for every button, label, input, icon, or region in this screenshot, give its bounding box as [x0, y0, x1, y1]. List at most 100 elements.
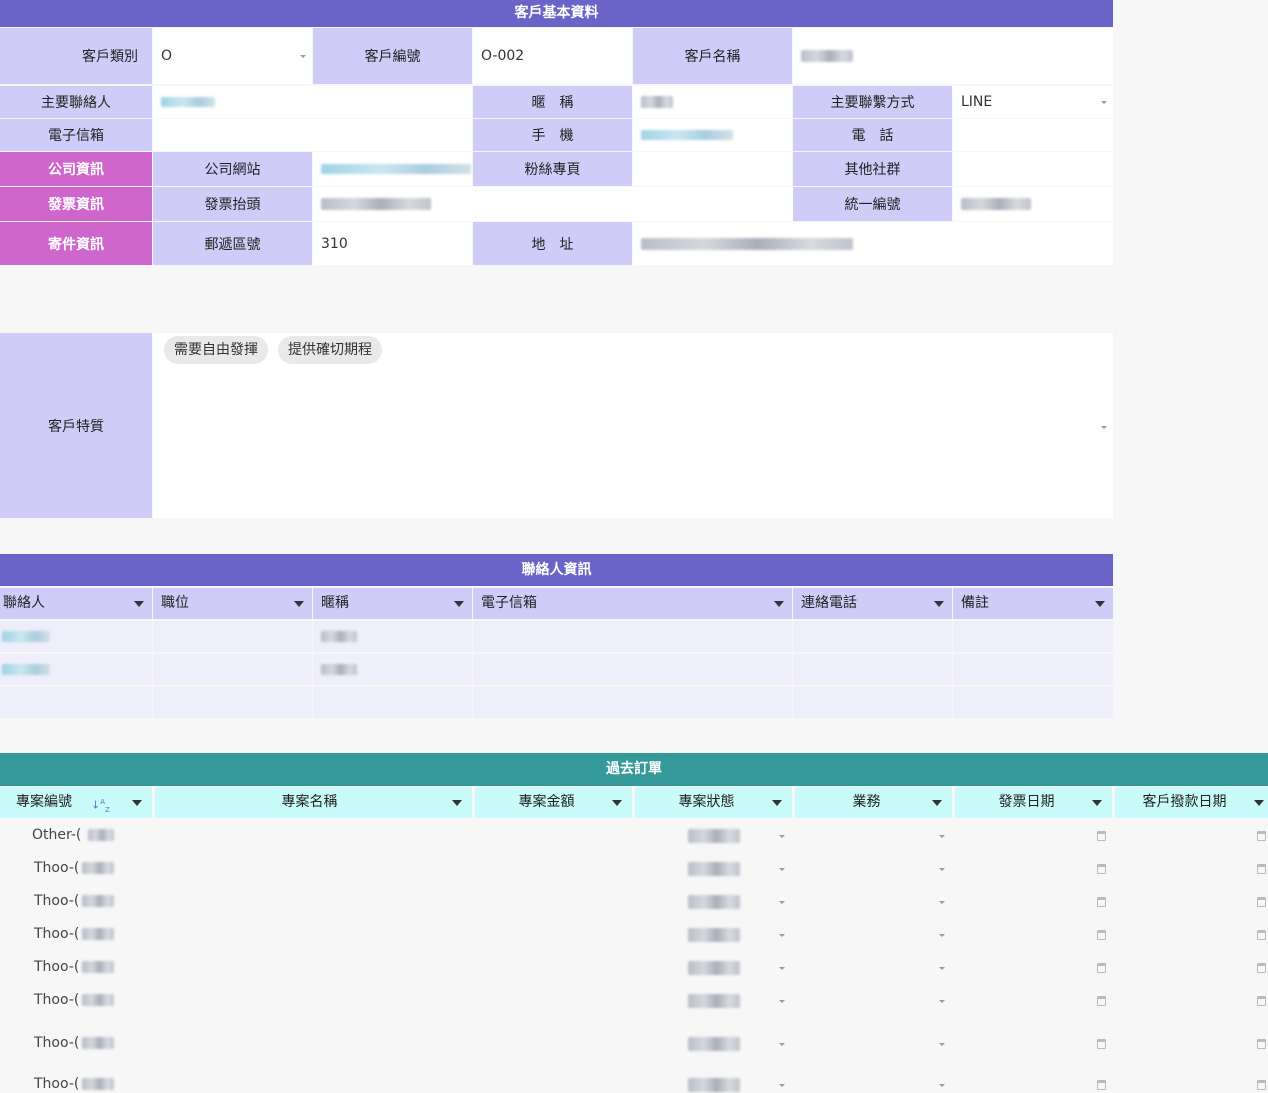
- chevron-down-icon[interactable]: [939, 868, 945, 871]
- calendar-icon[interactable]: [1097, 930, 1106, 940]
- section-invoice-info: 發票資訊: [0, 187, 152, 221]
- status-redacted-value[interactable]: [688, 928, 740, 942]
- sort-az-icon[interactable]: ↓AZ: [91, 787, 110, 825]
- main-contact-field[interactable]: [153, 86, 472, 118]
- contact-cell[interactable]: [153, 654, 312, 685]
- col-project-name[interactable]: 專案名稱: [155, 787, 472, 818]
- order-code[interactable]: Thoo-(: [34, 1035, 79, 1051]
- col-sales[interactable]: 業務: [795, 787, 952, 818]
- email-field[interactable]: [153, 119, 472, 151]
- chevron-down-icon[interactable]: [939, 835, 945, 838]
- calendar-icon[interactable]: [1257, 996, 1266, 1006]
- status-redacted-value[interactable]: [688, 994, 740, 1008]
- calendar-icon[interactable]: [1257, 963, 1266, 973]
- chevron-down-icon[interactable]: [779, 1043, 785, 1046]
- contact-cell[interactable]: [313, 654, 472, 685]
- col-email[interactable]: 電子信箱: [473, 588, 792, 619]
- address-field[interactable]: [633, 222, 1113, 265]
- order-code[interactable]: Other-(: [32, 827, 81, 843]
- contact-cell[interactable]: [0, 621, 152, 652]
- zip-field[interactable]: 310: [313, 222, 472, 265]
- calendar-icon[interactable]: [1257, 864, 1266, 874]
- calendar-icon[interactable]: [1257, 930, 1266, 940]
- chevron-down-icon[interactable]: [779, 835, 785, 838]
- fanpage-field[interactable]: [633, 152, 792, 186]
- trait-chip[interactable]: 提供確切期程: [278, 336, 382, 364]
- contact-cell[interactable]: [313, 687, 472, 718]
- customer-code-field[interactable]: O-002: [473, 28, 632, 84]
- chevron-down-icon[interactable]: [779, 1084, 785, 1087]
- website-field[interactable]: [313, 152, 472, 186]
- phone-field[interactable]: [953, 119, 1113, 151]
- status-redacted-value[interactable]: [688, 862, 740, 876]
- status-redacted-value[interactable]: [688, 961, 740, 975]
- chevron-down-icon[interactable]: [779, 868, 785, 871]
- chevron-down-icon[interactable]: [939, 1043, 945, 1046]
- mobile-field[interactable]: [633, 119, 792, 151]
- calendar-icon[interactable]: [1097, 897, 1106, 907]
- chevron-down-icon[interactable]: [779, 934, 785, 937]
- order-code[interactable]: Thoo-(: [34, 992, 79, 1008]
- contact-cell[interactable]: [473, 621, 792, 652]
- contact-cell[interactable]: [953, 654, 1113, 685]
- order-code[interactable]: Thoo-(: [34, 1076, 79, 1092]
- col-nickname[interactable]: 暱稱: [313, 588, 472, 619]
- calendar-icon[interactable]: [1097, 1039, 1106, 1049]
- chevron-down-icon[interactable]: [779, 901, 785, 904]
- col-project-code[interactable]: 專案編號 ↓AZ: [0, 787, 152, 818]
- chevron-down-icon[interactable]: [939, 901, 945, 904]
- contact-cell[interactable]: [793, 654, 952, 685]
- col-project-amount[interactable]: 專案金額: [475, 787, 632, 818]
- contact-cell[interactable]: [953, 687, 1113, 718]
- status-redacted-value[interactable]: [688, 1037, 740, 1051]
- calendar-icon[interactable]: [1257, 1039, 1266, 1049]
- col-contact[interactable]: 聯絡人: [0, 588, 152, 619]
- col-notes[interactable]: 備註: [953, 588, 1113, 619]
- traits-multiselect[interactable]: 需要自由發揮 提供確切期程: [153, 333, 1113, 518]
- chevron-down-icon[interactable]: [779, 1000, 785, 1003]
- col-phone[interactable]: 連絡電話: [793, 588, 952, 619]
- contact-cell[interactable]: [153, 621, 312, 652]
- nickname-field[interactable]: [633, 86, 792, 118]
- category-select[interactable]: O: [153, 28, 312, 84]
- contact-method-select[interactable]: LINE: [953, 86, 1113, 118]
- calendar-icon[interactable]: [1097, 963, 1106, 973]
- col-project-status[interactable]: 專案狀態: [635, 787, 792, 818]
- contact-cell[interactable]: [473, 654, 792, 685]
- contact-cell[interactable]: [153, 687, 312, 718]
- chevron-down-icon[interactable]: [939, 934, 945, 937]
- contact-cell[interactable]: [953, 621, 1113, 652]
- order-code[interactable]: Thoo-(: [34, 860, 79, 876]
- status-redacted-value[interactable]: [688, 895, 740, 909]
- order-code[interactable]: Thoo-(: [34, 893, 79, 909]
- contact-cell[interactable]: [0, 654, 152, 685]
- calendar-icon[interactable]: [1097, 1080, 1106, 1090]
- calendar-icon[interactable]: [1257, 831, 1266, 841]
- contact-cell[interactable]: [793, 621, 952, 652]
- chevron-down-icon[interactable]: [939, 1000, 945, 1003]
- calendar-icon[interactable]: [1257, 897, 1266, 907]
- chevron-down-icon[interactable]: [939, 967, 945, 970]
- chevron-down-icon[interactable]: [779, 967, 785, 970]
- contact-cell[interactable]: [0, 687, 152, 718]
- col-position[interactable]: 職位: [153, 588, 312, 619]
- calendar-icon[interactable]: [1257, 1080, 1266, 1090]
- status-redacted-value[interactable]: [688, 829, 740, 843]
- col-invoice-date[interactable]: 發票日期: [955, 787, 1112, 818]
- order-code[interactable]: Thoo-(: [34, 959, 79, 975]
- chevron-down-icon[interactable]: [939, 1084, 945, 1087]
- trait-chip[interactable]: 需要自由發揮: [164, 336, 268, 364]
- calendar-icon[interactable]: [1097, 831, 1106, 841]
- other-social-field[interactable]: [953, 152, 1113, 186]
- invoice-title-field[interactable]: [313, 187, 793, 221]
- contact-cell[interactable]: [473, 687, 792, 718]
- contact-cell[interactable]: [793, 687, 952, 718]
- order-code[interactable]: Thoo-(: [34, 926, 79, 942]
- status-redacted-value[interactable]: [688, 1078, 740, 1092]
- calendar-icon[interactable]: [1097, 864, 1106, 874]
- contact-cell[interactable]: [313, 621, 472, 652]
- customer-name-field[interactable]: [793, 28, 1113, 84]
- col-payment-date[interactable]: 客戶撥款日期: [1115, 787, 1268, 818]
- tax-id-field[interactable]: [953, 187, 1113, 221]
- calendar-icon[interactable]: [1097, 996, 1106, 1006]
